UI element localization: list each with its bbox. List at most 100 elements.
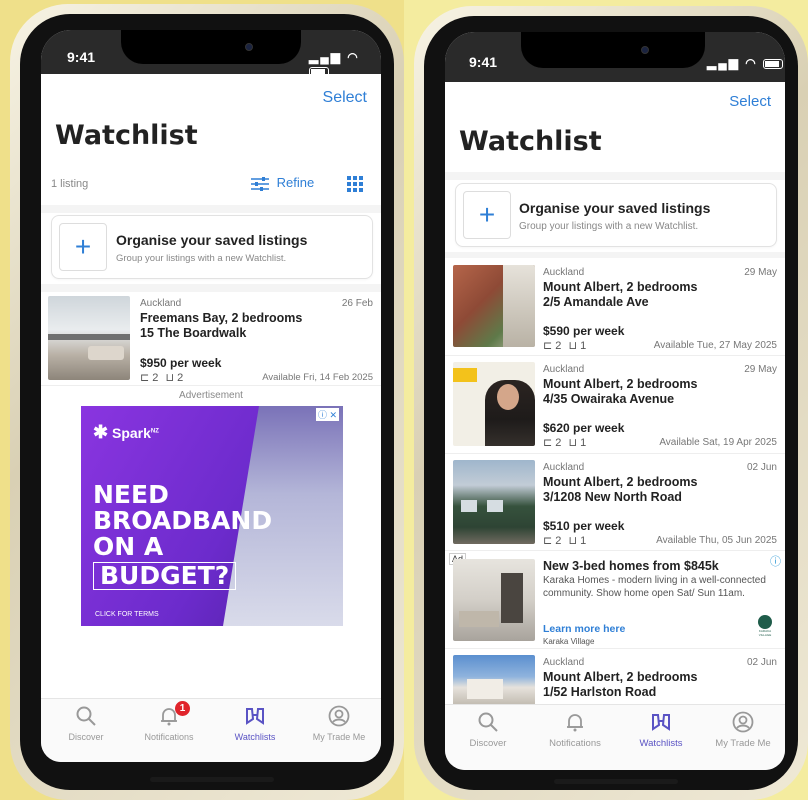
bath-count: 2 (177, 372, 184, 384)
bed-icon: ⊏ (543, 437, 553, 449)
tab-label: Discover (68, 732, 104, 742)
status-bar: 9:41 ▂▄▆ ◠ (41, 30, 381, 77)
ad-terms: CLICK FOR TERMS (95, 611, 159, 618)
listing-availability: Available Tue, 27 May 2025 (653, 340, 777, 351)
binoculars-icon (652, 714, 670, 731)
listing-price: $590 per week (543, 324, 625, 338)
grid-view-icon[interactable] (347, 176, 363, 192)
bath-icon: ⊔ (165, 372, 175, 384)
tab-watchlists[interactable]: Watchlists (623, 711, 699, 751)
spark-star-icon: ✱ (93, 422, 109, 442)
screen-right: 9:41 ▂▄▆ ◠ Select Watchlist + Organise y… (445, 32, 785, 770)
listing-region: Auckland (543, 267, 585, 278)
listing-title: Mount Albert, 2 bedrooms 3/1208 New Nort… (543, 475, 697, 505)
organise-title: Organise your saved listings (519, 200, 711, 216)
karaka-logo-text: KARAKA VILLAGE (758, 629, 772, 637)
listing-date: 02 Jun (746, 657, 777, 668)
tab-notifications[interactable]: Notifications 1 (131, 701, 207, 745)
listing-title: Mount Albert, 2 bedrooms 2/5 Amandale Av… (543, 280, 697, 310)
listing-title-line1: Mount Albert, 2 bedrooms (543, 670, 698, 684)
listing-item[interactable]: Auckland 29 May Mount Albert, 2 bedrooms… (445, 259, 785, 356)
spark-brand-tm: NZ (150, 428, 159, 435)
listing-price: $620 per week (543, 421, 625, 435)
notch (521, 32, 705, 68)
notification-badge: 1 (175, 701, 190, 716)
listing-date: 26 Feb (341, 298, 373, 309)
refine-button[interactable]: Refine (251, 175, 314, 191)
tab-discover[interactable]: Discover (453, 711, 523, 751)
ad-close-icon[interactable]: ⓘ ✕ (315, 408, 339, 421)
listing-photo (453, 265, 535, 347)
page-title: Watchlist (459, 126, 602, 157)
tab-label: Watchlists (234, 732, 276, 742)
status-time: 9:41 (67, 49, 96, 65)
ad-link[interactable]: Learn more here (543, 623, 625, 635)
listing-photo (48, 296, 130, 380)
ad-photo (453, 559, 535, 641)
listing-photo (453, 362, 535, 446)
bath-count: 1 (580, 437, 587, 449)
listing-region: Auckland (543, 462, 585, 473)
spark-ad-banner[interactable]: ⓘ ✕ ✱ SparkNZ NEED BROADBAND ON A BUDGET… (81, 406, 343, 626)
sponsored-ad[interactable]: Ad ⓘ New 3-bed homes from $845k Karaka H… (445, 551, 785, 649)
tab-bar: Discover Notifications 1 Watchlists My T… (41, 698, 381, 762)
listing-title-line1: Freemans Bay, 2 bedrooms (140, 311, 303, 325)
tab-my-trade-me[interactable]: My Trade Me (705, 711, 781, 751)
binoculars-icon (246, 708, 264, 725)
listing-price: $950 per week (140, 356, 222, 370)
listing-availability: Available Thu, 05 Jun 2025 (656, 535, 777, 546)
tab-discover[interactable]: Discover (51, 705, 121, 745)
listing-region: Auckland (543, 657, 585, 668)
organise-watchlist-card[interactable]: + Organise your saved listings Group you… (51, 215, 373, 279)
divider (445, 252, 785, 258)
karaka-logo: KARAKA VILLAGE (753, 615, 777, 637)
organise-subtitle: Group your listings with a new Watchlist… (519, 221, 699, 232)
spark-logo: ✱ SparkNZ (93, 422, 159, 443)
listing-title: Mount Albert, 2 bedrooms 1/52 Harlston R… (543, 670, 697, 700)
tab-notifications[interactable]: Notifications (535, 711, 615, 751)
listing-price: $510 per week (543, 519, 625, 533)
listing-title-line1: Mount Albert, 2 bedrooms (543, 280, 698, 294)
listing-title-line2: 1/52 Harlston Road (543, 685, 657, 699)
ad-title: New 3-bed homes from $845k (543, 559, 719, 573)
listing-item[interactable]: Auckland 29 May Mount Albert, 2 bedrooms… (445, 356, 785, 454)
tab-watchlists[interactable]: Watchlists (217, 705, 293, 745)
bath-icon: ⊔ (568, 437, 578, 449)
select-button[interactable]: Select (323, 89, 367, 107)
bed-count: 2 (555, 437, 562, 449)
listing-item[interactable]: Auckland 26 Feb Freemans Bay, 2 bedrooms… (41, 292, 381, 386)
listing-title-line2: 2/5 Amandale Ave (543, 295, 649, 309)
plus-icon: + (59, 223, 107, 271)
listing-item[interactable]: Auckland 02 Jun Mount Albert, 2 bedrooms… (445, 454, 785, 551)
refine-label: Refine (276, 175, 315, 190)
listing-date: 29 May (744, 364, 777, 375)
ad-headline-line2: BROADBAND (93, 506, 273, 535)
listing-count: 1 listing (51, 178, 89, 190)
listing-date: 29 May (744, 267, 777, 278)
listing-title-line2: 3/1208 New North Road (543, 490, 682, 504)
tab-label: My Trade Me (312, 732, 366, 742)
home-indicator (554, 779, 678, 784)
bed-icon: ⊏ (543, 340, 553, 352)
camera-icon (245, 43, 253, 51)
listing-bed-bath: ⊏ 2 ⊔ 1 (543, 534, 586, 547)
tab-label: Notifications (549, 738, 601, 749)
organise-watchlist-card[interactable]: + Organise your saved listings Group you… (455, 183, 777, 247)
listing-bed-bath: ⊏ 2 ⊔ 2 (140, 371, 183, 384)
ad-body: Karaka Homes - modern living in a well-c… (543, 575, 766, 599)
ad-headline-line3: ON A (93, 532, 164, 561)
user-icon (732, 711, 754, 733)
listing-item[interactable]: Auckland 02 Jun Mount Albert, 2 bedrooms… (445, 649, 785, 709)
camera-icon (641, 46, 649, 54)
tab-label: Watchlists (639, 738, 683, 749)
bed-icon: ⊏ (543, 535, 553, 547)
ad-info-icon[interactable]: ⓘ (770, 553, 781, 569)
divider (445, 172, 785, 180)
user-icon (328, 705, 350, 727)
select-button[interactable]: Select (729, 93, 771, 110)
listing-availability: Available Sat, 19 Apr 2025 (659, 437, 777, 448)
listing-title: Mount Albert, 2 bedrooms 4/35 Owairaka A… (543, 377, 697, 407)
listing-bed-bath: ⊏ 2 ⊔ 1 (543, 436, 586, 449)
karaka-logo-icon (758, 615, 772, 629)
tab-my-trade-me[interactable]: My Trade Me (303, 705, 375, 745)
